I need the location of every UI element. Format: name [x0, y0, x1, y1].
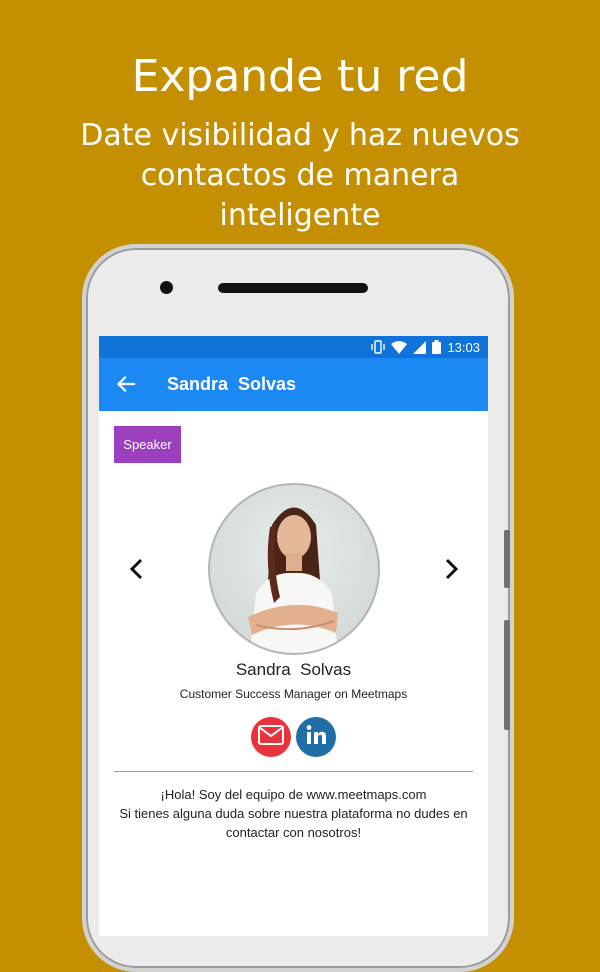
status-bar: 13:03 — [99, 336, 488, 358]
promo-subline: Date visibilidad y haz nuevos contactos … — [80, 118, 520, 233]
phone-side-button — [504, 530, 510, 588]
profile-bio: ¡Hola! Soy del equipo de www.meetmaps.co… — [109, 785, 478, 842]
battery-icon — [432, 340, 442, 354]
signal-icon — [413, 340, 427, 354]
arrow-back-icon[interactable] — [115, 373, 137, 395]
promo-headline: Expande tu red — [131, 51, 469, 102]
front-camera — [160, 281, 173, 294]
phone-side-button — [504, 620, 510, 730]
next-profile-button[interactable] — [439, 554, 463, 584]
profile-role: Customer Success Manager on Meetmaps — [179, 687, 408, 701]
bio-line: ¡Hola! Soy del equipo de www.meetmaps.co… — [160, 787, 427, 802]
status-time: 13:03 — [447, 339, 480, 355]
email-button[interactable] — [251, 717, 291, 757]
speaker-badge: Speaker — [114, 426, 181, 463]
phone-screen: 13:03 Sandra Solvas Speaker Sandra Solva… — [99, 336, 488, 936]
app-bar: Sandra Solvas — [99, 358, 488, 411]
profile-name: Sandra Solvas — [235, 660, 352, 679]
linkedin-icon — [305, 724, 327, 751]
divider — [114, 771, 473, 772]
email-icon — [258, 724, 284, 750]
profile-avatar — [208, 483, 380, 655]
earpiece-speaker — [218, 283, 368, 293]
linkedin-button[interactable] — [296, 717, 336, 757]
bio-line: Si tienes alguna duda sobre nuestra plat… — [119, 806, 468, 840]
vibrate-icon — [371, 340, 386, 354]
wifi-icon — [391, 340, 408, 354]
previous-profile-button[interactable] — [125, 554, 149, 584]
app-bar-title: Sandra Solvas — [167, 374, 297, 394]
